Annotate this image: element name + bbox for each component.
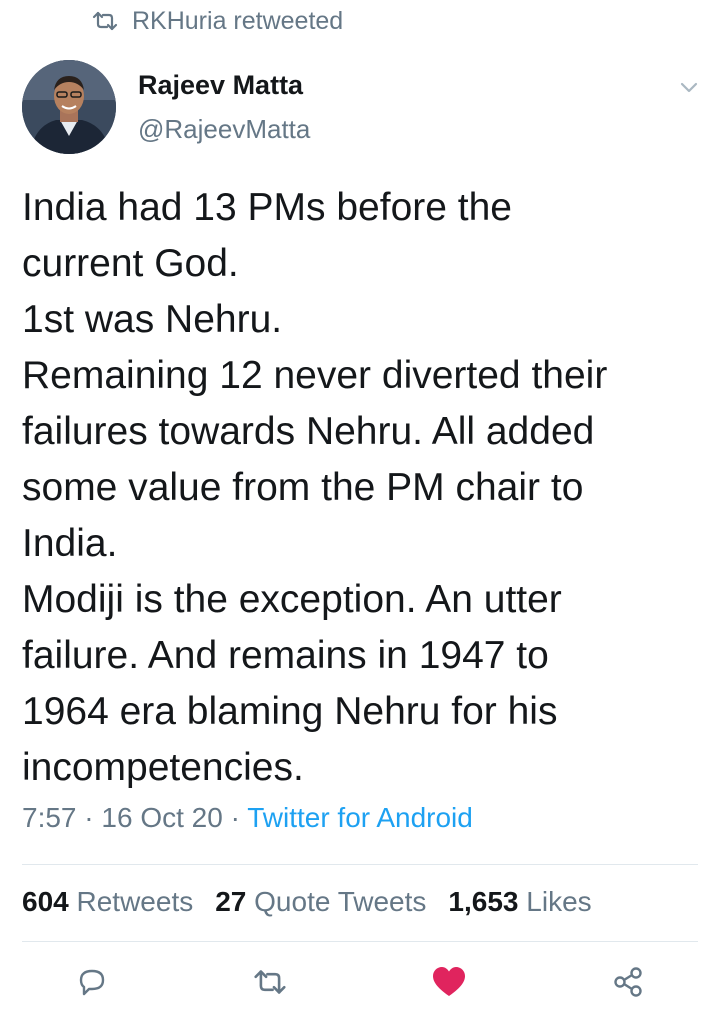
tweet-date[interactable]: 16 Oct 20	[101, 802, 222, 833]
divider	[22, 864, 698, 865]
author-display-name[interactable]: Rajeev Matta	[138, 70, 303, 101]
tweet-line: some value from the PM chair to	[22, 466, 584, 509]
chevron-down-icon[interactable]	[676, 74, 702, 100]
retweets-stat[interactable]: 604 Retweets	[22, 886, 193, 918]
avatar[interactable]	[22, 60, 116, 154]
retweet-context[interactable]: RKHuria retweeted	[92, 6, 343, 36]
retweets-label: Retweets	[76, 886, 194, 917]
tweet-line: 1964 era blaming Nehru for his	[22, 690, 558, 733]
tweet-stats: 604 Retweets 27 Quote Tweets 1,653 Likes	[22, 886, 614, 918]
tweet-line: Modiji is the exception. An utter	[22, 578, 562, 621]
author-handle[interactable]: @RajeevMatta	[138, 114, 310, 145]
like-button[interactable]	[431, 966, 467, 1002]
meta-separator: ·	[84, 802, 94, 833]
retweet-context-label: RKHuria retweeted	[132, 6, 344, 35]
retweets-count: 604	[22, 886, 69, 917]
tweet-line: failure. And remains in 1947 to	[22, 634, 549, 677]
tweet-text: India had 13 PMs before the current God.…	[22, 180, 702, 796]
reply-icon	[76, 966, 108, 1003]
reply-button[interactable]	[74, 966, 110, 1002]
meta-separator: ·	[230, 802, 240, 833]
retweet-button[interactable]	[252, 966, 288, 1002]
tweet-source-link[interactable]: Twitter for Android	[247, 802, 473, 833]
retweet-icon	[253, 969, 287, 1000]
tweet-line: incompetencies.	[22, 746, 304, 789]
tweet-line: failures towards Nehru. All added	[22, 410, 595, 453]
tweet-line: India.	[22, 522, 118, 565]
likes-stat[interactable]: 1,653 Likes	[448, 886, 591, 918]
quote-tweets-count: 27	[215, 886, 247, 917]
retweet-icon	[92, 11, 118, 31]
quote-tweets-stat[interactable]: 27 Quote Tweets	[215, 886, 426, 918]
likes-count: 1,653	[448, 886, 519, 917]
tweet-line: Remaining 12 never diverted their	[22, 354, 608, 397]
tweet-time[interactable]: 7:57	[22, 802, 77, 833]
divider	[22, 941, 698, 942]
tweet-line: current God.	[22, 242, 239, 285]
tweet-line: 1st was Nehru.	[22, 298, 283, 341]
quote-tweets-label: Quote Tweets	[254, 886, 427, 917]
share-button[interactable]	[610, 966, 646, 1002]
tweet-line: India had 13 PMs before the	[22, 186, 512, 229]
like-icon	[432, 966, 466, 1003]
likes-label: Likes	[526, 886, 592, 917]
share-icon	[612, 966, 644, 1003]
tweet-meta: 7:57 · 16 Oct 20 · Twitter for Android	[22, 802, 473, 834]
